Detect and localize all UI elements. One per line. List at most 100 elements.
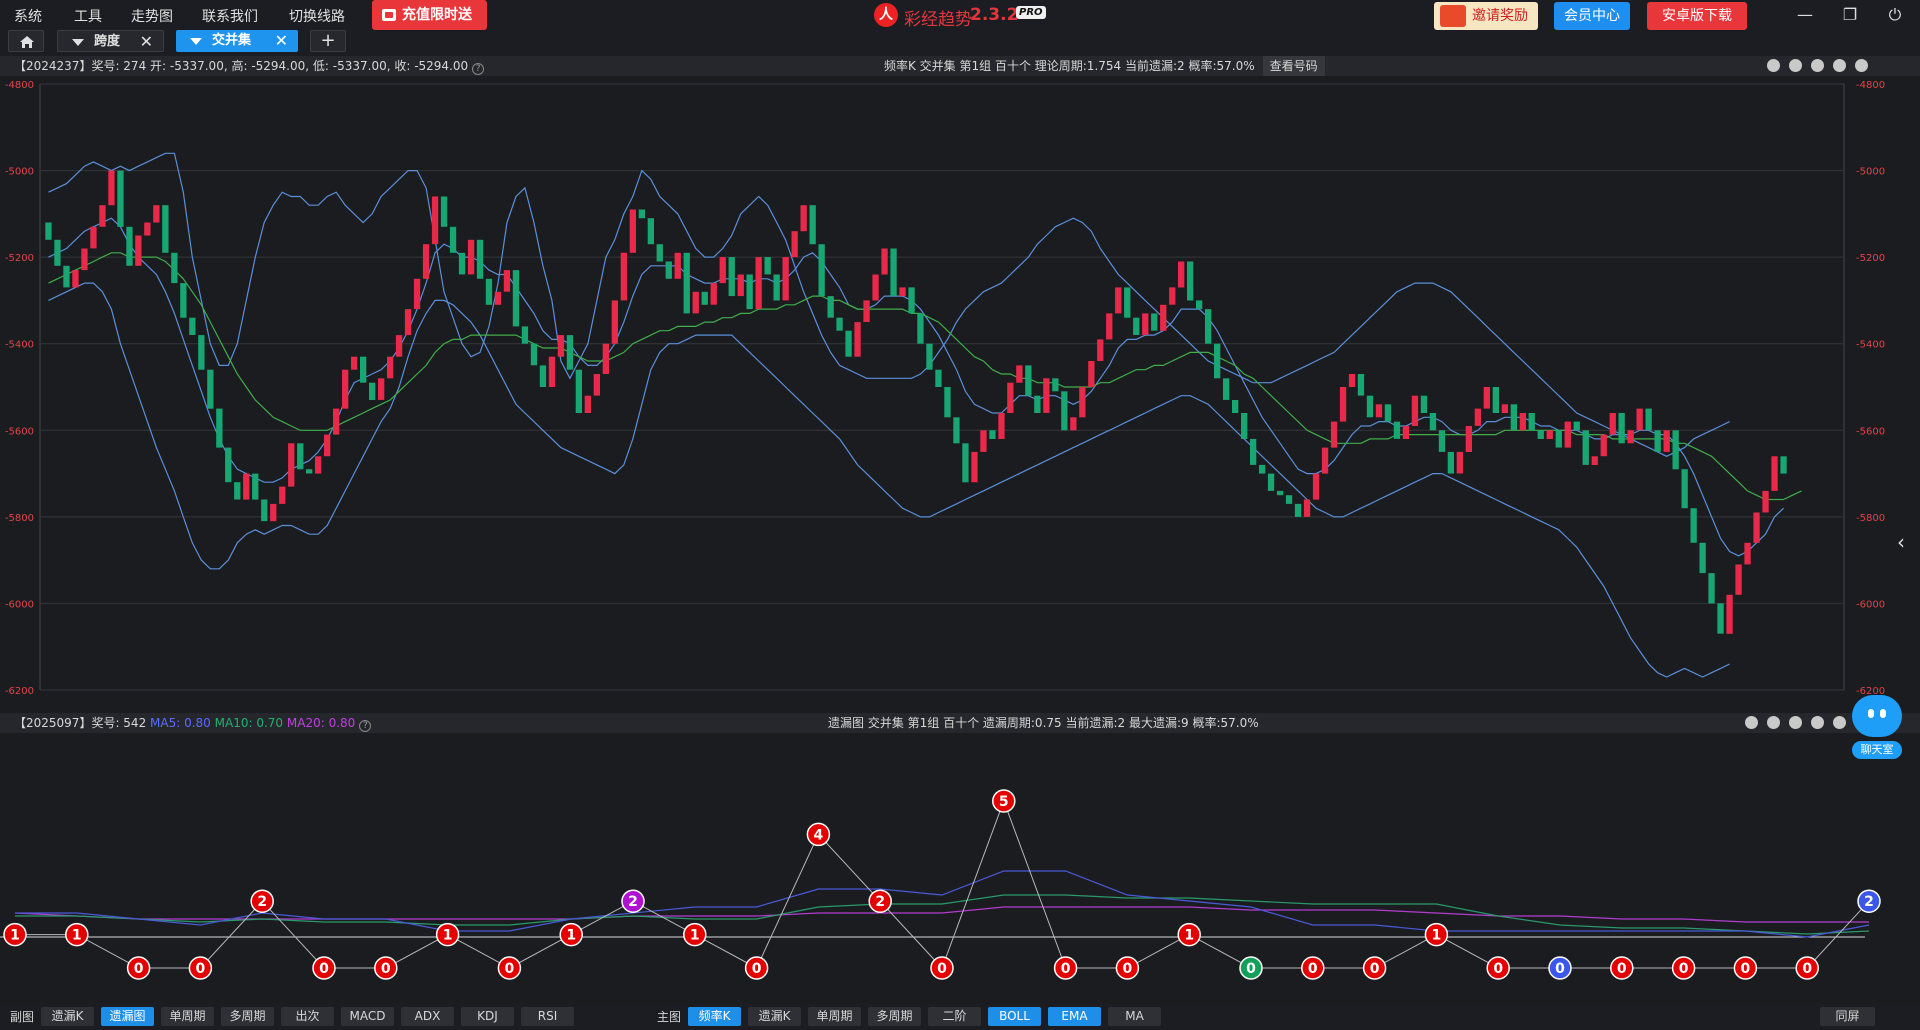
recharge-promo-button[interactable]: 充值限时送	[372, 0, 487, 30]
android-download-button[interactable]: 安卓版下载	[1647, 2, 1747, 30]
draw-icon[interactable]	[1767, 59, 1780, 72]
main-chart-info: 【2024237】奖号: 274 开: -5337.00, 高: -5294.0…	[14, 56, 485, 76]
candle	[324, 434, 331, 457]
power-icon[interactable]: ⏻	[1884, 4, 1906, 26]
candle	[1052, 378, 1059, 392]
chat-room-button[interactable]: 聊天室	[1850, 695, 1910, 765]
main-btn-omission-k[interactable]: 遗漏K	[748, 1007, 801, 1026]
chevron-left-icon[interactable]: ‹	[1897, 530, 1911, 554]
main-btn-second-order[interactable]: 二阶	[928, 1007, 981, 1026]
sub-btn-kdj[interactable]: KDJ	[461, 1007, 514, 1026]
help-icon[interactable]: ?	[359, 720, 372, 732]
candle	[1780, 456, 1787, 474]
undo-icon[interactable]	[1789, 59, 1802, 72]
tab-span[interactable]: 跨度 ✕	[57, 30, 164, 52]
home-icon	[20, 36, 34, 48]
main-btn-ema[interactable]: EMA	[1048, 1007, 1101, 1026]
sub-btn-occurrences[interactable]: 出次	[281, 1007, 334, 1026]
main-btn-ma[interactable]: MA	[1108, 1007, 1161, 1026]
candle	[530, 343, 538, 366]
main-btn-boll[interactable]: BOLL	[988, 1007, 1041, 1026]
main-btn-frequency-k[interactable]: 频率K	[688, 1007, 741, 1026]
candle	[54, 239, 61, 266]
candle	[476, 239, 484, 279]
candle	[1250, 438, 1257, 465]
candle	[108, 170, 115, 206]
sub-btn-omission-k[interactable]: 遗漏K	[41, 1007, 94, 1026]
omission-point-label: 0	[1555, 961, 1565, 977]
candle	[171, 252, 178, 284]
candle	[1259, 464, 1266, 474]
add-tab-button[interactable]: +	[310, 30, 346, 52]
gift-icon	[382, 9, 396, 21]
candle	[1088, 361, 1095, 387]
brand-name: 彩经趋势	[904, 10, 972, 30]
candle	[1501, 404, 1508, 413]
candle	[1115, 287, 1122, 314]
restore-icon[interactable]: ❐	[1839, 4, 1861, 26]
sub-btn-adx[interactable]: ADX	[401, 1007, 454, 1026]
menu-tools[interactable]: 工具	[74, 6, 102, 26]
candle	[584, 395, 591, 413]
candle	[1285, 495, 1293, 504]
sync-screen-button[interactable]: 同屏	[1820, 1007, 1875, 1026]
candle	[1429, 413, 1437, 431]
omission-chart[interactable]: 1 1 0 0 2 0 0 1 0 1 2 1 0 4 2 0 5 0 0 1 0 0 0 1 0 0 0 0 0 0 2	[0, 735, 1920, 1001]
arrow-up-icon[interactable]	[1811, 59, 1824, 72]
omission-point-label: 0	[134, 961, 144, 977]
minimize-icon[interactable]: —	[1794, 4, 1816, 26]
main-btn-multi-cycle[interactable]: 多周期	[868, 1007, 921, 1026]
sub-btn-single-cycle[interactable]: 单周期	[161, 1007, 214, 1026]
candle	[1124, 287, 1131, 318]
pin-icon[interactable]	[1745, 716, 1758, 729]
view-numbers-button[interactable]: 查看号码	[1262, 56, 1325, 76]
vip-center-button[interactable]: 会员中心	[1554, 2, 1630, 30]
sub-btn-omission-chart[interactable]: 遗漏图	[101, 1007, 154, 1026]
candle	[315, 456, 322, 474]
sub-chart-header: 【2025097】奖号: 542 MA5: 0.80 MA10: 0.70 MA…	[0, 713, 1920, 733]
chat-bubble-icon	[1852, 695, 1902, 737]
candle	[791, 231, 798, 258]
sub-btn-macd[interactable]: MACD	[341, 1007, 394, 1026]
menu-switch-line[interactable]: 切换线路	[289, 6, 345, 26]
settings-icon[interactable]	[1833, 716, 1846, 729]
home-button[interactable]	[8, 30, 44, 52]
candle	[135, 235, 142, 266]
arrow-up-icon[interactable]	[1789, 716, 1802, 729]
menu-contact-us[interactable]: 联系我们	[202, 6, 258, 26]
menu-system[interactable]: 系统	[14, 6, 42, 26]
candle	[1717, 603, 1724, 634]
arrow-down-icon[interactable]	[1833, 59, 1846, 72]
main-candlestick-chart[interactable]: -4800 -4800 -5000 -5000 -5200 -5200 -5400 -5400…	[0, 76, 1920, 712]
main-btn-single-cycle[interactable]: 单周期	[808, 1007, 861, 1026]
omission-point-label: 4	[814, 827, 824, 843]
candle	[1483, 387, 1490, 409]
sub-chart-prize: 【2025097】奖号: 542	[14, 716, 147, 730]
candle	[1205, 309, 1212, 344]
candle	[899, 287, 906, 297]
invite-reward-button[interactable]: 邀请奖励	[1434, 2, 1538, 30]
y-tick-label-right: -4800	[1856, 80, 1885, 91]
y-tick-label-left: -4800	[5, 80, 34, 91]
tab-intersection-union[interactable]: 交并集 ✕	[176, 30, 298, 52]
candle	[1627, 430, 1634, 444]
candle	[989, 430, 996, 439]
candle	[306, 469, 313, 474]
candle	[773, 274, 780, 301]
settings-icon[interactable]	[1855, 59, 1868, 72]
candle	[1276, 490, 1284, 496]
candle	[1474, 408, 1481, 426]
help-icon[interactable]: ?	[472, 63, 485, 75]
candle	[737, 274, 744, 297]
y-tick-label-right: -5600	[1856, 426, 1885, 437]
omission-point-label: 2	[628, 894, 638, 910]
sub-btn-multi-cycle[interactable]: 多周期	[221, 1007, 274, 1026]
undo-icon[interactable]	[1767, 716, 1780, 729]
arrow-down-icon[interactable]	[1811, 716, 1824, 729]
menu-trend-chart[interactable]: 走势图	[131, 6, 173, 26]
close-icon[interactable]: ✕	[140, 31, 153, 53]
omission-point-label: 0	[1617, 961, 1627, 977]
candle	[926, 343, 933, 370]
close-icon[interactable]: ✕	[275, 30, 288, 52]
sub-btn-rsi[interactable]: RSI	[521, 1007, 574, 1026]
